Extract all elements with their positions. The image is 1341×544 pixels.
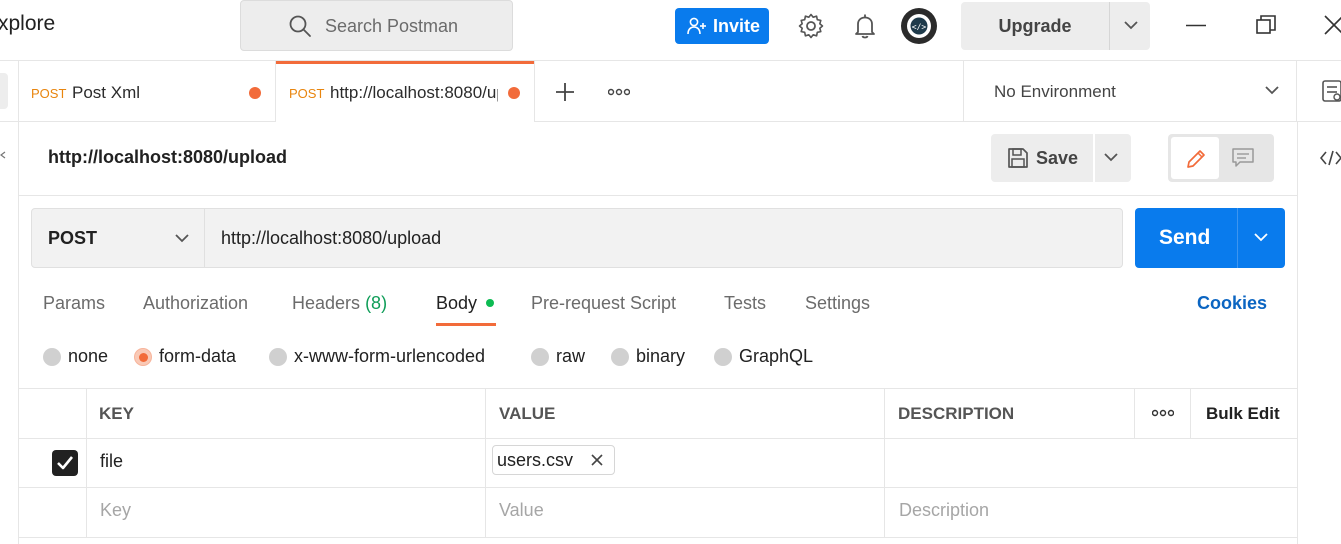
cookies-link[interactable]: Cookies bbox=[1197, 293, 1267, 314]
search-box[interactable]: Search Postman bbox=[240, 0, 513, 51]
close-icon[interactable] bbox=[1324, 15, 1341, 35]
restore-icon[interactable] bbox=[1256, 15, 1276, 35]
radio-circle bbox=[269, 348, 287, 366]
radio-circle bbox=[611, 348, 629, 366]
search-icon bbox=[289, 15, 311, 37]
save-button[interactable]: Save bbox=[991, 134, 1131, 182]
left-sidebar-rail bbox=[0, 61, 19, 544]
row-enabled-checkbox[interactable] bbox=[52, 450, 78, 476]
explore-nav-link[interactable]: xplore bbox=[0, 12, 55, 36]
environment-quick-look-icon[interactable] bbox=[1322, 80, 1341, 104]
tab-tests[interactable]: Tests bbox=[724, 293, 766, 314]
new-key-input[interactable]: Key bbox=[100, 500, 131, 521]
send-button[interactable]: Send bbox=[1135, 208, 1285, 268]
radio-circle bbox=[43, 348, 61, 366]
tab-authorization[interactable]: Authorization bbox=[143, 293, 248, 314]
form-data-table: KEY VALUE DESCRIPTION Bulk Edit file use… bbox=[19, 388, 1297, 538]
file-chip[interactable]: users.csv bbox=[492, 445, 615, 475]
tab-pre-request-script[interactable]: Pre-request Script bbox=[531, 293, 676, 314]
tab-post-xml[interactable]: POST Post Xml bbox=[19, 61, 276, 122]
search-placeholder: Search Postman bbox=[325, 16, 459, 36]
unsaved-dot-icon bbox=[508, 87, 520, 99]
tab-name: Post Xml bbox=[72, 83, 141, 102]
active-tab-underline bbox=[436, 323, 496, 326]
comment-icon bbox=[1232, 148, 1254, 167]
body-indicator-dot-icon bbox=[486, 299, 494, 307]
checkmark-icon bbox=[57, 456, 74, 470]
tab-name: http://localhost:8080/upload bbox=[330, 83, 498, 102]
request-tabs-bar: POST Post Xml POST http://localhost:8080… bbox=[0, 61, 1341, 122]
new-tab-plus-icon[interactable] bbox=[555, 82, 575, 102]
column-header-description: DESCRIPTION bbox=[898, 404, 1015, 423]
column-header-value: VALUE bbox=[499, 404, 556, 423]
environment-selector[interactable]: No Environment bbox=[963, 61, 1297, 122]
radio-circle bbox=[714, 348, 732, 366]
chevron-down-icon[interactable] bbox=[1123, 20, 1139, 30]
chevron-down-icon[interactable] bbox=[1253, 232, 1269, 242]
tab-method: POST bbox=[289, 86, 325, 101]
minimize-icon[interactable] bbox=[1186, 24, 1206, 27]
avatar[interactable]: </> bbox=[900, 7, 938, 45]
radio-circle-selected bbox=[134, 348, 152, 366]
top-bar: xplore Search Postman Invite </> Upgrade bbox=[0, 0, 1341, 61]
more-tabs-icon[interactable] bbox=[608, 88, 630, 96]
row-key-input[interactable]: file bbox=[100, 451, 123, 472]
environment-label: No Environment bbox=[994, 82, 1116, 101]
tab-localhost-upload[interactable]: POST http://localhost:8080/upload bbox=[276, 61, 535, 122]
radio-label: none bbox=[68, 346, 109, 366]
tab-headers-label: Headers bbox=[292, 293, 361, 313]
method-select[interactable]: POST bbox=[32, 209, 205, 267]
bell-icon[interactable] bbox=[850, 11, 880, 41]
remove-file-icon[interactable] bbox=[591, 454, 603, 466]
new-description-input[interactable]: Description bbox=[899, 500, 989, 521]
file-name: users.csv bbox=[497, 450, 574, 470]
code-snippet-icon[interactable] bbox=[1320, 150, 1341, 166]
tab-params[interactable]: Params bbox=[43, 293, 105, 314]
upgrade-label: Upgrade bbox=[998, 16, 1072, 36]
bulk-edit-button[interactable]: Bulk Edit bbox=[1206, 404, 1280, 424]
chevron-down-icon[interactable] bbox=[1103, 152, 1119, 162]
divider bbox=[19, 195, 1297, 196]
headers-count-badge: (8) bbox=[365, 293, 388, 313]
pencil-icon bbox=[1187, 150, 1205, 168]
url-input[interactable]: http://localhost:8080/upload bbox=[221, 228, 441, 249]
request-title[interactable]: http://localhost:8080/upload bbox=[48, 147, 287, 168]
chevron-down-icon bbox=[1265, 86, 1279, 95]
radio-label: binary bbox=[636, 346, 686, 366]
chevron-down-icon bbox=[175, 234, 189, 243]
more-options-icon[interactable] bbox=[1152, 409, 1174, 417]
save-disk-icon bbox=[1008, 148, 1028, 168]
tab-headers[interactable]: Headers (8) bbox=[292, 293, 387, 314]
upgrade-button[interactable]: Upgrade bbox=[961, 2, 1150, 50]
send-label: Send bbox=[1159, 226, 1211, 249]
radio-label: form-data bbox=[159, 346, 237, 366]
collapse-arrow-icon[interactable] bbox=[0, 151, 6, 159]
add-user-icon bbox=[687, 17, 706, 35]
edit-mode-button[interactable] bbox=[1171, 137, 1219, 179]
right-sidebar-rail bbox=[1297, 122, 1341, 544]
invite-label: Invite bbox=[713, 16, 761, 36]
url-bar: POST http://localhost:8080/upload bbox=[31, 208, 1123, 268]
column-header-key: KEY bbox=[99, 404, 134, 423]
tab-body[interactable]: Body bbox=[436, 293, 477, 314]
gear-icon[interactable] bbox=[796, 11, 826, 41]
radio-label: raw bbox=[556, 346, 586, 366]
row-description-input[interactable] bbox=[899, 451, 1299, 475]
tab-method: POST bbox=[31, 86, 67, 101]
view-mode-toggle bbox=[1168, 134, 1274, 182]
new-value-input[interactable]: Value bbox=[499, 500, 544, 521]
radio-circle bbox=[531, 348, 549, 366]
radio-label: GraphQL bbox=[739, 346, 814, 366]
radio-label: x-www-form-urlencoded bbox=[294, 346, 486, 366]
save-label: Save bbox=[1036, 148, 1079, 168]
method-label: POST bbox=[48, 228, 98, 248]
unsaved-dot-icon bbox=[249, 87, 261, 99]
invite-button[interactable]: Invite bbox=[675, 8, 769, 44]
tab-settings[interactable]: Settings bbox=[805, 293, 870, 314]
svg-text:</>: </> bbox=[912, 23, 927, 32]
